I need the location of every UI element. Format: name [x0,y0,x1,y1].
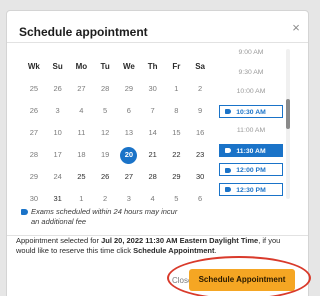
time-list-scroll-thumb[interactable] [286,99,290,129]
calendar-day[interactable]: 15 [165,122,189,144]
slot-tag-icon [225,109,231,114]
time-slot[interactable]: 12:30 PM [219,182,283,196]
calendar-week-row: 28 17 18 19 20 21 22 23 [22,144,212,166]
calendar-week-row: 29 24 25 26 27 28 29 30 [22,166,212,188]
time-slot-label: 10:30 AM [236,108,266,116]
highlight-annotation [167,256,311,296]
time-slot-label: 9:00 AM [238,49,264,56]
calendar-day[interactable]: 18 [70,144,94,166]
appointment-info: Appointment selected for Jul 20, 2022 11… [16,236,300,255]
calendar-day[interactable]: 24 [46,166,70,188]
calendar-weekday-header: Wk Su Mo Tu We Th Fr Sa [22,56,212,78]
calendar-week-row: 26 3 4 5 6 7 8 9 [22,100,212,122]
calendar-day[interactable]: 4 [70,100,94,122]
week-number: 28 [29,150,39,159]
time-slot-label: 10:00 AM [236,88,266,95]
week-number: 26 [29,106,39,115]
info-suffix: . [214,245,217,255]
calendar-day[interactable]: 13 [117,122,141,144]
calendar-day[interactable]: 27 [117,166,141,188]
fee-note: Exams scheduled within 24 hours may incu… [31,207,178,226]
time-slot[interactable]: 12:00 PM [219,163,283,176]
calendar-day[interactable]: 12 [93,122,117,144]
calendar-day[interactable]: 28 [93,78,117,100]
calendar-day[interactable]: 21 [141,144,165,166]
calendar-day[interactable]: 5 [93,100,117,122]
weekday-label: Fr [172,62,181,71]
time-slot-label: 11:00 AM [236,127,266,134]
calendar-day[interactable]: 8 [165,100,189,122]
calendar-day[interactable]: 7 [141,100,165,122]
weekday-label: Wk [27,62,40,71]
week-number: 29 [29,172,39,181]
weekday-label: Su [52,62,63,71]
slot-tag-icon [225,167,231,173]
time-slot[interactable]: 11:30 AM [219,143,283,157]
time-slot-label: 9:30 AM [238,68,264,76]
calendar-week-row: 27 10 11 12 13 14 15 16 [22,122,212,144]
calendar-day[interactable]: 29 [165,166,189,188]
calendar-day[interactable]: 6 [117,100,141,122]
week-number: 25 [29,84,39,93]
calendar-day[interactable]: 26 [93,166,117,188]
info-action: Schedule Appointment [133,245,215,255]
calendar-day[interactable]: 25 [70,166,94,188]
time-slot-label: 12:00 PM [236,167,266,174]
time-slot-label: 11:30 AM [236,147,266,155]
calendar-day[interactable]: 2 [188,78,212,100]
time-slot[interactable]: 10:30 AM [219,104,283,118]
calendar-day[interactable]: 1 [165,78,189,100]
time-slot: 10:00 AM [219,85,283,98]
calendar-day[interactable]: 23 [188,144,212,166]
time-slot-list: 9:00 AM 9:30 AM 10:00 AM 10:30 AM 11:00 AM 11… [219,49,293,199]
calendar-day[interactable]: 6 [188,188,212,210]
calendar-day[interactable]: 3 [46,100,70,122]
info-datetime: Jul 20, 2022 11:30 AM Eastern Daylight T… [101,236,259,245]
calendar-day[interactable]: 10 [46,122,70,144]
slot-tag-icon [225,148,231,153]
time-slot-label: 12:30 PM [236,186,266,194]
calendar-day[interactable]: 30 [188,166,212,188]
calendar-day-selected[interactable]: 20 [117,144,141,166]
week-number: 27 [29,128,39,137]
weekday-label: Tu [100,62,110,71]
info-prefix: Appointment selected for [16,236,102,245]
calendar-day[interactable]: 9 [188,100,212,122]
time-slot: 9:00 AM [219,49,283,59]
calendar-day[interactable]: 22 [165,144,189,166]
calendar-day[interactable]: 26 [46,78,70,100]
dialog-title: Schedule appointment [19,25,148,39]
fee-tag-icon [21,209,28,215]
weekday-label: Th [147,62,158,71]
calendar-day[interactable]: 28 [141,166,165,188]
calendar-day[interactable]: 29 [117,78,141,100]
header-divider [7,42,308,43]
weekday-label: We [122,62,135,71]
close-icon[interactable]: × [289,21,303,35]
calendar-week-row: 25 26 27 28 29 30 1 2 [22,78,212,100]
calendar-day[interactable]: 19 [93,144,117,166]
calendar-day[interactable]: 27 [70,78,94,100]
weekday-label: Sa [195,62,206,71]
slot-tag-icon [225,187,231,192]
time-slot: 9:30 AM [219,66,283,79]
calendar-day[interactable]: 16 [188,122,212,144]
calendar-day[interactable]: 14 [141,122,165,144]
weekday-label: Mo [75,62,88,71]
calendar-day[interactable]: 30 [141,78,165,100]
calendar-day[interactable]: 17 [46,144,70,166]
time-slot: 11:00 AM [219,124,283,137]
calendar-day[interactable]: 11 [70,122,94,144]
